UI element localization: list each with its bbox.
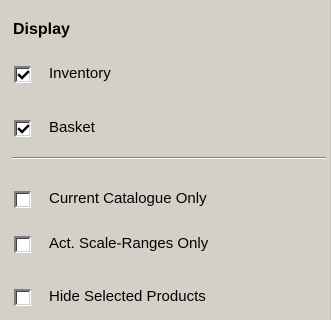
display-title: Display (13, 21, 70, 38)
basket-checkbox-row[interactable]: Basket (14, 116, 95, 140)
act-scale-ranges-only-checkbox-row[interactable]: Act. Scale-Ranges Only (14, 232, 208, 256)
inventory-checkbox[interactable] (14, 65, 31, 83)
basket-checkbox[interactable] (14, 119, 31, 137)
hide-selected-products-checkbox[interactable] (14, 288, 31, 306)
act-scale-ranges-only-label: Act. Scale-Ranges Only (49, 235, 209, 252)
act-scale-ranges-only-checkbox[interactable] (14, 235, 31, 253)
current-catalogue-only-checkbox[interactable] (14, 190, 31, 208)
current-catalogue-only-label: Current Catalogue Only (49, 190, 207, 207)
display-panel: Display Inventory Basket Current Catalog… (0, 0, 331, 320)
hide-selected-products-label: Hide Selected Products (49, 288, 206, 305)
current-catalogue-only-checkbox-row[interactable]: Current Catalogue Only (14, 187, 207, 211)
hide-selected-products-checkbox-row[interactable]: Hide Selected Products (14, 285, 206, 309)
basket-label: Basket (49, 119, 95, 136)
inventory-label: Inventory (49, 65, 111, 82)
check-mark-icon (17, 69, 30, 80)
check-mark-icon (17, 123, 30, 134)
inventory-checkbox-row[interactable]: Inventory (14, 62, 111, 86)
section-divider (12, 157, 326, 159)
